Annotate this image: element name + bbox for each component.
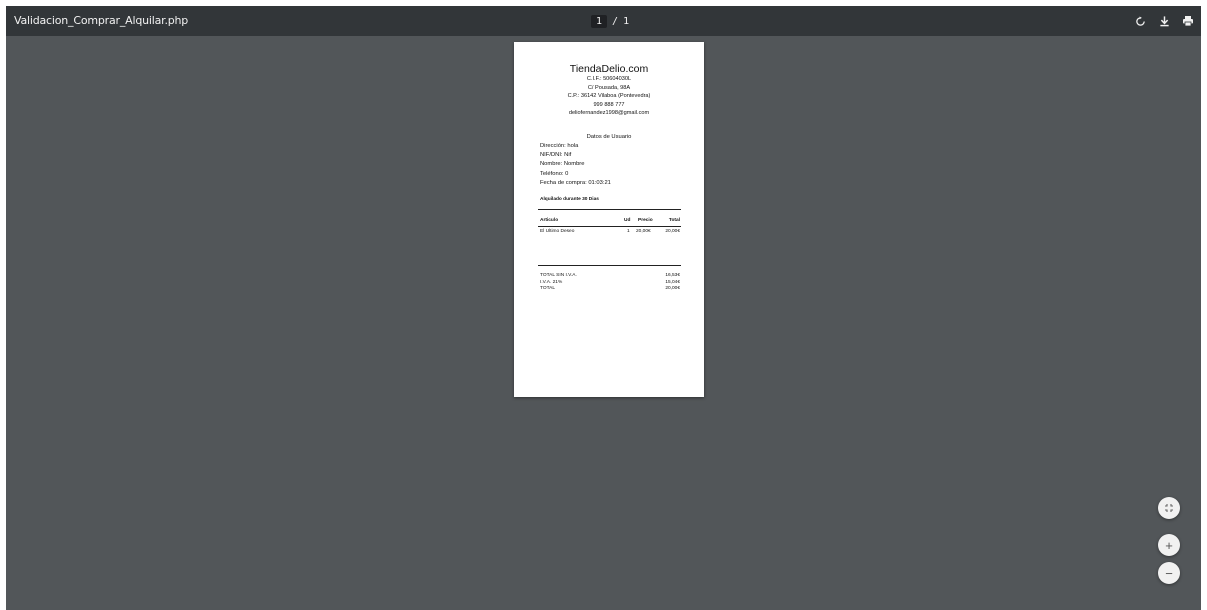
pdf-page: TiendaDelio.com C.I.F.: 50604030L C/ Pou… bbox=[514, 42, 704, 397]
iva-label: I.V.A. 21% bbox=[540, 279, 563, 285]
cell-precio: 20,00€ bbox=[636, 229, 651, 234]
col-header-precio: Precio bbox=[638, 218, 653, 223]
table-top-rule bbox=[538, 209, 681, 210]
user-phone: Teléfono: 0 bbox=[540, 170, 569, 177]
zoom-out-button[interactable]: − bbox=[1158, 562, 1180, 584]
cell-total: 20,00€ bbox=[665, 229, 680, 234]
zoom-in-button[interactable]: + bbox=[1158, 534, 1180, 556]
table-row: El Ultimo Deseo 1 20,00€ 20,00€ bbox=[540, 229, 680, 236]
table-bottom-rule bbox=[538, 265, 681, 266]
toolbar-actions bbox=[1133, 12, 1195, 30]
shop-street: C/ Pousada, 98A bbox=[587, 84, 631, 91]
page-separator: / bbox=[612, 15, 619, 27]
rental-note: Alquilado durante 30 Dias bbox=[540, 197, 599, 202]
user-name: Nombre: Nombre bbox=[540, 161, 585, 168]
invoice-header: TiendaDelio.com C.I.F.: 50604030L C/ Pou… bbox=[514, 63, 704, 118]
table-header-row: Articulo Ud Precio Total bbox=[540, 218, 680, 225]
col-header-articulo: Articulo bbox=[540, 218, 559, 223]
table-header-rule bbox=[538, 226, 681, 227]
print-icon[interactable] bbox=[1181, 12, 1195, 30]
download-icon[interactable] bbox=[1157, 12, 1171, 30]
cell-articulo: El Ultimo Deseo bbox=[540, 229, 575, 234]
shop-email: deliofernandez1998@gmail.com bbox=[568, 110, 650, 116]
total-row: TOTAL 20,00€ bbox=[540, 286, 680, 293]
shop-cif: C.I.F.: 50604030L bbox=[586, 76, 632, 82]
page-indicator: 1 / 1 bbox=[591, 13, 629, 29]
total-value: 20,00€ bbox=[665, 286, 680, 291]
fit-page-icon bbox=[1165, 504, 1173, 512]
fit-page-button[interactable] bbox=[1158, 497, 1180, 519]
rotate-icon[interactable] bbox=[1133, 12, 1147, 30]
user-section-title: Datos de Usuario bbox=[586, 134, 632, 140]
shop-postal: C.P.: 36142 Vilaboa (Pontevedra) bbox=[567, 93, 651, 99]
user-details: Dirección: hola NIF/DNI: Nif Nombre: Nom… bbox=[540, 142, 611, 188]
user-address: Dirección: hola bbox=[540, 143, 579, 149]
col-header-ud: Ud bbox=[624, 218, 631, 223]
user-nif: NIF/DNI: Nif bbox=[540, 152, 572, 159]
totals-block: TOTAL SIN I.V.A. 16,53€ I.V.A. 21% 15,04… bbox=[540, 273, 680, 293]
total-label: TOTAL bbox=[540, 286, 556, 291]
document-title: Validacion_Comprar_Alquilar.php bbox=[14, 14, 189, 27]
total-pages: 1 bbox=[623, 15, 630, 27]
subtotal-label: TOTAL SIN I.V.A. bbox=[540, 273, 577, 278]
pdf-viewer: Validacion_Comprar_Alquilar.php 1 / 1 Ti… bbox=[6, 6, 1201, 610]
cell-ud: 1 bbox=[627, 229, 630, 234]
col-header-total: Total bbox=[668, 218, 680, 223]
shop-phone: 999 888 777 bbox=[593, 101, 625, 108]
viewer-toolbar: Validacion_Comprar_Alquilar.php 1 / 1 bbox=[6, 6, 1201, 36]
shop-name: TiendaDelio.com bbox=[569, 63, 649, 75]
purchase-date: Fecha de compra: 01:03:21 bbox=[540, 179, 611, 186]
current-page-input[interactable]: 1 bbox=[591, 14, 608, 28]
